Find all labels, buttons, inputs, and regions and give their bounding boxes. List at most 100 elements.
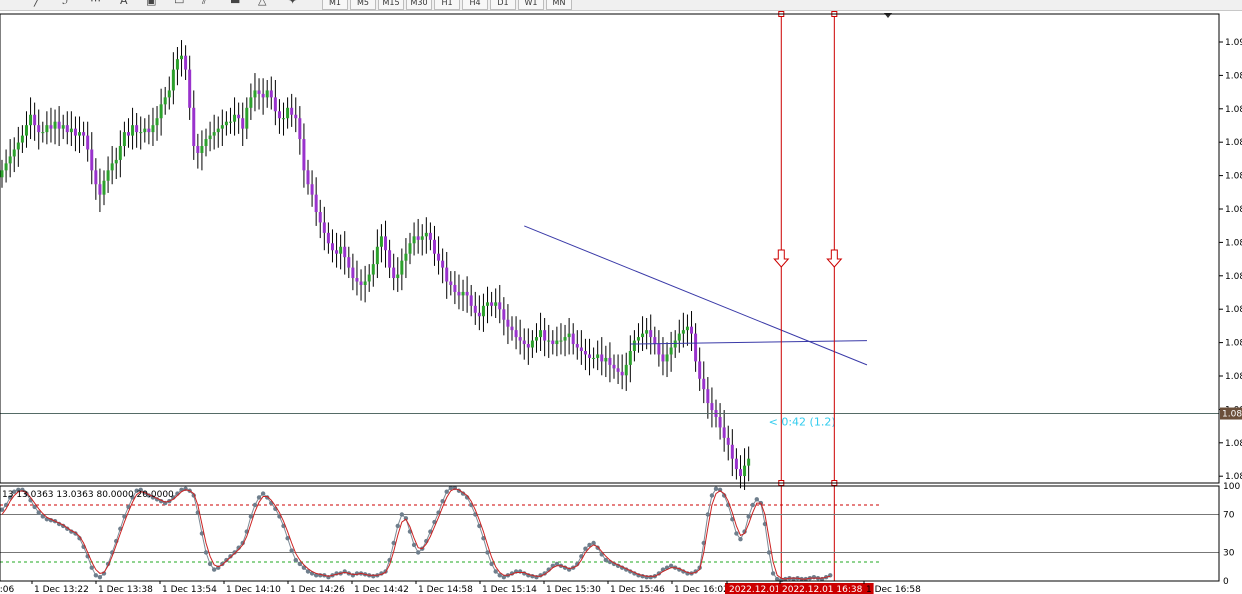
trendline-icon[interactable]: ╱ (34, 0, 41, 8)
candle-body (180, 55, 184, 60)
stochastic-tick-label: 70 (1223, 511, 1235, 521)
chart-area[interactable]: < 0:42 (1.2) 13 13.0363 13.0363 80.0000 … (0, 10, 1242, 594)
candle-body (355, 278, 359, 282)
stochastic-point (399, 512, 405, 517)
candle-body (359, 281, 363, 285)
stochastic-tick-label: 100 (1223, 482, 1240, 492)
time-tick-label: 2022.12.01 (729, 585, 781, 594)
stochastic-point (705, 512, 711, 517)
candle-body (143, 128, 147, 133)
timeframe-button-m15[interactable]: M15 (378, 0, 404, 10)
candle-body (396, 274, 400, 279)
time-tick-label: 1 Dec 14:58 (418, 585, 473, 594)
candle-body (743, 465, 747, 477)
price-tick-label: 1.08 (1225, 71, 1242, 81)
stochastic-pane: 13 13.0363 13.0363 80.0000 20.0000 (0, 485, 1219, 583)
stochastic-point (734, 531, 739, 536)
candle-body (420, 236, 424, 240)
text-label-icon[interactable]: A (120, 0, 128, 8)
timeframe-button-m1[interactable]: M1 (322, 0, 348, 10)
candle-body (49, 125, 53, 129)
candle-body (159, 104, 163, 119)
timeframe-button-m5[interactable]: M5 (350, 0, 376, 10)
timeframe-button-mn[interactable]: MN (546, 0, 572, 10)
time-tick-label: 1 Dec 13:22 (34, 585, 89, 594)
candle-body (322, 222, 326, 233)
arrow-icon[interactable]: △ (258, 0, 266, 8)
candle-body (604, 357, 608, 362)
candle-body (306, 170, 310, 185)
candle-body (510, 326, 514, 331)
current-price-label: 1.08 (1222, 410, 1242, 420)
stochastic-point (411, 542, 417, 548)
candle-body (563, 337, 567, 341)
time-tick-label: 1 Dec 13:38 (98, 585, 153, 594)
candle-body (90, 149, 94, 171)
timeframe-button-w1[interactable]: W1 (518, 0, 544, 10)
candle-body (432, 239, 436, 254)
candle-body (698, 361, 702, 379)
trendline (630, 340, 867, 345)
candle-body (408, 243, 412, 254)
timeframe-button-m30[interactable]: M30 (406, 0, 432, 10)
candle-body (155, 118, 159, 126)
stochastic-point (89, 565, 94, 570)
time-tick-label: 1 Dec 14:26 (290, 585, 345, 594)
candle-body (465, 291, 469, 296)
timeframe-selector: M1 M5 M15 M30 H1 H4 D1 W1 MN (322, 0, 574, 10)
price-pane: < 0:42 (1.2) (0, 11, 1219, 581)
candle-body (543, 330, 547, 341)
candle-body (384, 236, 388, 251)
fibonacci-fan-icon[interactable]: ℱ (62, 0, 71, 8)
stochastic-point (738, 537, 743, 542)
candle-body (347, 257, 351, 268)
candle-body (461, 291, 465, 296)
stochastic-point (415, 550, 421, 555)
candle-body (371, 264, 375, 275)
candle-body (151, 125, 155, 133)
candle-body (261, 93, 265, 98)
candle-body (608, 357, 612, 365)
candle-body (135, 125, 139, 133)
candle-body (65, 125, 69, 133)
candle-body (41, 132, 45, 134)
cursor-icon[interactable]: ✦ (288, 0, 297, 8)
axes: 1.09 1.08 1.08 1.08 1.08 1.08 1.08 1.08 1.08 1.08… (0, 13, 1242, 594)
candle-body (379, 236, 383, 247)
candle-body (237, 114, 241, 119)
candle-body (314, 194, 318, 213)
candle-body (20, 135, 24, 143)
candle-body (449, 281, 453, 285)
fibonacci-expansion-icon[interactable]: ⋯ (90, 0, 101, 8)
text-box-icon[interactable]: ▣ (146, 0, 156, 8)
candle-body (184, 55, 188, 70)
stochastic-header-label: 13 13.0363 13.0363 80.0000 20.0000 (2, 490, 174, 500)
stochastic-point (203, 550, 209, 555)
candle-body (335, 250, 339, 254)
candle-body (282, 118, 286, 120)
stochastic-point (395, 523, 400, 529)
candle-body (110, 163, 114, 171)
candle-body (216, 128, 220, 133)
rectangle-icon[interactable]: ⫽ (202, 0, 207, 8)
candle-body (388, 250, 392, 268)
candle-body (445, 267, 449, 282)
candle-body (8, 156, 12, 164)
timeframe-button-h4[interactable]: H4 (462, 0, 488, 10)
candle-body (657, 344, 661, 355)
candle-body (710, 403, 714, 411)
down-arrow-icon (826, 249, 843, 268)
candle-body (302, 139, 306, 171)
candle-body (641, 333, 645, 338)
candle-body (706, 389, 710, 404)
shapes-icon[interactable]: ▬ (230, 0, 240, 8)
candle-body (486, 302, 490, 306)
candle-body (506, 319, 510, 327)
timeframe-button-h1[interactable]: H1 (434, 0, 460, 10)
candle-body (494, 302, 498, 306)
candle-body (575, 344, 579, 348)
candle-body (612, 364, 616, 369)
stochastic-point (489, 561, 494, 567)
timeframe-button-d1[interactable]: D1 (490, 0, 516, 10)
channel-icon[interactable]: ▭ (174, 0, 184, 8)
